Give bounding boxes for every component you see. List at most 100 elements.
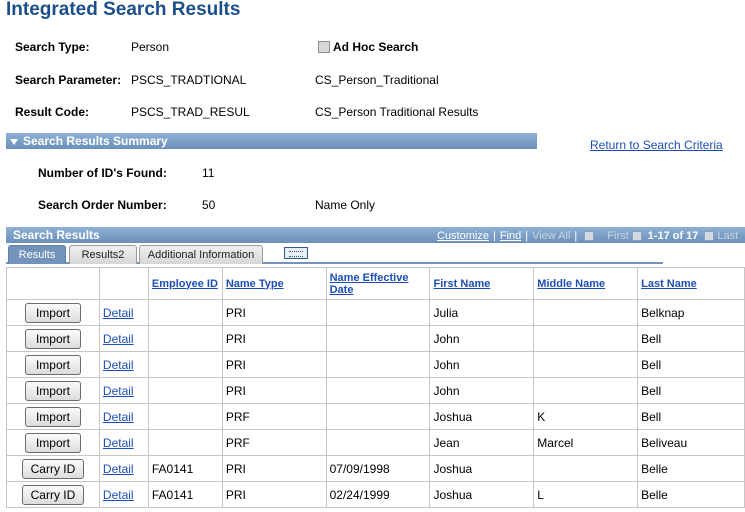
middle-name-cell: Marcel: [533, 429, 639, 456]
middle-name-cell: [533, 377, 639, 404]
detail-link[interactable]: Detail: [103, 332, 134, 346]
import-button[interactable]: Import: [24, 302, 81, 323]
customize-link[interactable]: Customize: [437, 230, 489, 242]
action-column-header: [6, 267, 100, 300]
table-row: Import Detail PRI John Bell: [6, 325, 745, 352]
summary-title: Search Results Summary: [23, 134, 168, 148]
table-row: Import Detail PRI John Bell: [6, 377, 745, 404]
view-all-link[interactable]: View All: [532, 230, 570, 242]
middle-name-cell: [533, 325, 639, 352]
last-name-cell: Bell: [637, 377, 745, 404]
adhoc-search-label: Ad Hoc Search: [333, 40, 419, 54]
effective-date-cell: [325, 351, 431, 378]
search-parameter-label: Search Parameter:: [15, 73, 122, 87]
search-type-label: Search Type:: [15, 40, 90, 54]
employee-id-cell: [147, 377, 223, 404]
table-row: Import Detail PRF Jean Marcel Beliveau: [6, 429, 745, 456]
first-name-cell: Joshua: [429, 403, 535, 430]
first-name-cell: Joshua: [429, 455, 535, 482]
table-row: Import Detail PRI John Bell: [6, 351, 745, 378]
first-name-cell: John: [429, 351, 535, 378]
middle-name-column-header[interactable]: Middle Name: [533, 267, 639, 300]
tab-results[interactable]: Results: [8, 245, 66, 264]
detail-link[interactable]: Detail: [103, 488, 134, 502]
search-results-summary-header[interactable]: Search Results Summary: [6, 133, 537, 149]
import-button[interactable]: Import: [24, 328, 81, 349]
first-link[interactable]: First: [607, 230, 628, 242]
import-button[interactable]: Import: [24, 432, 81, 453]
result-code-description: CS_Person Traditional Results: [315, 105, 479, 119]
download-icon[interactable]: [584, 231, 595, 241]
detail-link[interactable]: Detail: [103, 358, 134, 372]
row-range: 1-17 of 17: [647, 230, 699, 242]
last-name-cell: Beliveau: [637, 429, 745, 456]
search-type-value: Person: [131, 40, 170, 54]
grid-title: Search Results: [13, 228, 100, 242]
import-button[interactable]: Import: [24, 380, 81, 401]
last-name-cell: Belle: [637, 481, 745, 508]
table-row: Carry ID Detail FA0141 PRI 07/09/1998 Jo…: [6, 455, 745, 482]
last-link[interactable]: Last: [717, 230, 738, 242]
name-type-cell: PRI: [221, 481, 327, 508]
ids-found-label: Number of ID's Found:: [38, 166, 167, 180]
find-link[interactable]: Find: [500, 230, 521, 242]
last-name-cell: Bell: [637, 325, 745, 352]
separator: |: [525, 230, 529, 242]
effective-date-cell: [325, 299, 431, 326]
last-name-column-header[interactable]: Last Name: [637, 267, 745, 300]
tab-additional-information[interactable]: Additional Information: [139, 245, 263, 264]
employee-id-cell: [147, 351, 223, 378]
name-type-cell: PRI: [221, 377, 327, 404]
search-results-table: Employee ID Name Type Name Effective Dat…: [6, 267, 745, 508]
page-title: Integrated Search Results: [6, 0, 241, 20]
grid-navigation: Customize | Find | View All | First 1-17…: [437, 230, 738, 242]
first-name-column-header[interactable]: First Name: [429, 267, 535, 300]
name-type-column-header[interactable]: Name Type: [221, 267, 327, 300]
result-code-value: PSCS_TRAD_RESUL: [131, 105, 250, 119]
return-to-search-criteria-link[interactable]: Return to Search Criteria: [590, 138, 723, 152]
detail-link[interactable]: Detail: [103, 384, 134, 398]
name-effective-date-column-header[interactable]: Name Effective Date: [325, 267, 431, 300]
import-button[interactable]: Import: [24, 354, 81, 375]
employee-id-cell: FA0141: [147, 455, 223, 482]
first-name-cell: John: [429, 377, 535, 404]
search-order-description: Name Only: [315, 198, 376, 212]
middle-name-cell: [533, 351, 639, 378]
name-type-cell: PRI: [221, 351, 327, 378]
adhoc-search-checkbox[interactable]: Ad Hoc Search: [318, 40, 418, 54]
detail-link[interactable]: Detail: [103, 436, 134, 450]
result-code-label: Result Code:: [15, 105, 90, 119]
import-button[interactable]: Import: [24, 406, 81, 427]
next-arrow-icon[interactable]: [704, 231, 715, 241]
first-name-cell: John: [429, 325, 535, 352]
name-type-cell: PRI: [221, 455, 327, 482]
detail-link[interactable]: Detail: [103, 410, 134, 424]
search-parameter-value: PSCS_TRADTIONAL: [131, 73, 247, 87]
previous-arrow-icon[interactable]: [631, 231, 642, 241]
employee-id-cell: [147, 429, 223, 456]
collapse-triangle-icon[interactable]: [10, 138, 18, 145]
checkbox-box[interactable]: [318, 41, 330, 53]
table-header-row: Employee ID Name Type Name Effective Dat…: [6, 267, 745, 300]
last-name-cell: Bell: [637, 351, 745, 378]
carry-id-button[interactable]: Carry ID: [21, 484, 85, 505]
first-name-cell: Joshua: [429, 481, 535, 508]
detail-link[interactable]: Detail: [103, 306, 134, 320]
effective-date-cell: [325, 429, 431, 456]
middle-name-cell: K: [533, 403, 639, 430]
first-name-cell: Jean: [429, 429, 535, 456]
effective-date-cell: [325, 377, 431, 404]
employee-id-cell: [147, 403, 223, 430]
detail-link[interactable]: Detail: [103, 462, 134, 476]
name-type-cell: PRF: [221, 403, 327, 430]
carry-id-button[interactable]: Carry ID: [21, 458, 85, 479]
table-row: Carry ID Detail FA0141 PRI 02/24/1999 Jo…: [6, 481, 745, 508]
last-name-cell: Belknap: [637, 299, 745, 326]
show-all-columns-icon[interactable]: [284, 247, 308, 259]
employee-id-cell: [147, 299, 223, 326]
employee-id-column-header[interactable]: Employee ID: [147, 267, 223, 300]
grid-tabs: Results Results2 Additional Information: [6, 243, 663, 264]
effective-date-cell: 02/24/1999: [325, 481, 431, 508]
tab-results2[interactable]: Results2: [69, 245, 137, 264]
table-row: Import Detail PRI Julia Belknap: [6, 299, 745, 326]
